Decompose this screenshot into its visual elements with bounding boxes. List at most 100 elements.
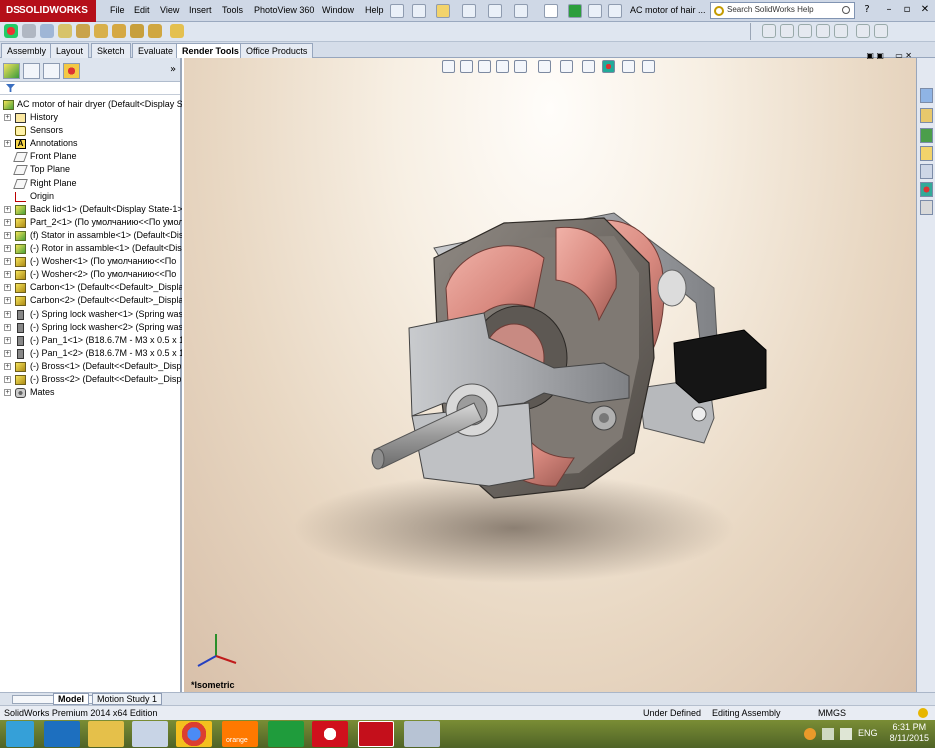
open-icon[interactable] bbox=[436, 4, 450, 18]
expand-toggle-icon[interactable]: + bbox=[4, 375, 11, 383]
design-library-icon[interactable] bbox=[920, 108, 933, 123]
menu-view[interactable]: View bbox=[160, 5, 179, 15]
expand-toggle-icon[interactable]: + bbox=[4, 205, 11, 213]
tab-sketch[interactable]: Sketch bbox=[91, 43, 131, 58]
tree-item[interactable]: + Back lid<1> (Default<Display State-1>) bbox=[0, 203, 182, 216]
pin-icon[interactable] bbox=[390, 4, 404, 18]
tab-render-tools[interactable]: Render Tools bbox=[176, 43, 245, 59]
tab-layout[interactable]: Layout bbox=[50, 43, 90, 58]
tree-item[interactable]: Sensors bbox=[0, 124, 180, 137]
recall-render-icon[interactable] bbox=[148, 24, 162, 38]
hide-show-icon[interactable] bbox=[874, 24, 888, 38]
motor-model[interactable] bbox=[184, 58, 916, 692]
menu-insert[interactable]: Insert bbox=[189, 5, 212, 15]
tree-item[interactable]: + (-) Wosher<2> (По умолчанию<<По bbox=[0, 268, 180, 281]
tree-item[interactable]: + (-) Spring lock washer<1> (Spring wash bbox=[0, 308, 182, 321]
tree-item[interactable]: Front Plane bbox=[0, 150, 180, 163]
expand-toggle-icon[interactable]: + bbox=[4, 349, 11, 357]
options-icon[interactable] bbox=[608, 4, 622, 18]
menu-window[interactable]: Window bbox=[322, 5, 354, 15]
schedule-render-icon[interactable] bbox=[130, 24, 144, 38]
opera-icon[interactable] bbox=[312, 721, 348, 747]
tree-item[interactable]: + Carbon<2> (Default<<Default>_Displa bbox=[0, 294, 182, 307]
appearance-icon[interactable] bbox=[4, 24, 18, 38]
rebuild-icon[interactable] bbox=[568, 4, 582, 18]
section-view-icon[interactable] bbox=[816, 24, 830, 38]
restore-button[interactable]: ▫ bbox=[900, 4, 914, 18]
internet-explorer-icon[interactable] bbox=[44, 721, 80, 747]
custom-properties-icon[interactable] bbox=[920, 182, 933, 197]
final-render-icon[interactable] bbox=[76, 24, 90, 38]
print-icon[interactable] bbox=[488, 4, 502, 18]
select-icon[interactable] bbox=[544, 4, 558, 18]
expand-toggle-icon[interactable]: + bbox=[4, 245, 11, 253]
volume-icon[interactable] bbox=[840, 728, 852, 740]
tree-item[interactable]: Origin bbox=[0, 190, 180, 203]
calculator-icon[interactable] bbox=[132, 721, 168, 747]
expand-toggle-icon[interactable]: + bbox=[4, 323, 11, 331]
menu-edit[interactable]: Edit bbox=[134, 5, 150, 15]
graphics-area[interactable]: ▣ ▣ ▭ ✕ *Isometric bbox=[184, 51, 916, 692]
render-preview-icon[interactable] bbox=[58, 24, 72, 38]
tree-item[interactable]: + (-) Bross<1> (Default<<Default>_Displa bbox=[0, 360, 182, 373]
previous-view-icon[interactable] bbox=[798, 24, 812, 38]
status-units[interactable]: MMGS bbox=[818, 708, 846, 718]
chevron-right-icon[interactable]: » bbox=[170, 64, 176, 75]
file-explorer-icon[interactable] bbox=[88, 721, 124, 747]
tab-evaluate[interactable]: Evaluate bbox=[132, 43, 180, 58]
tree-item[interactable]: + A Annotations bbox=[0, 137, 180, 150]
feature-manager-tab-icon[interactable] bbox=[3, 63, 20, 79]
expand-toggle-icon[interactable]: + bbox=[4, 389, 11, 397]
tab-assembly[interactable]: Assembly bbox=[1, 43, 53, 58]
desktop-app-icon[interactable] bbox=[404, 721, 440, 747]
tree-item[interactable]: Top Plane bbox=[0, 163, 180, 176]
property-manager-tab-icon[interactable] bbox=[23, 63, 40, 79]
tree-filter[interactable] bbox=[0, 82, 180, 95]
expand-toggle-icon[interactable]: + bbox=[4, 336, 11, 344]
tree-root[interactable]: AC motor of hair dryer (Default<Display … bbox=[0, 98, 182, 111]
expand-toggle-icon[interactable]: + bbox=[4, 271, 11, 279]
tree-item[interactable]: + (-) Rotor in assamble<1> (Default<Disp bbox=[0, 242, 182, 255]
appearances-icon[interactable] bbox=[920, 164, 933, 179]
tree-item[interactable]: + Part_2<1> (По умолчанию<<По умол bbox=[0, 216, 182, 229]
menu-file[interactable]: File bbox=[110, 5, 125, 15]
file-properties-icon[interactable] bbox=[588, 4, 602, 18]
zoom-area-icon[interactable] bbox=[780, 24, 794, 38]
expand-toggle-icon[interactable]: + bbox=[4, 140, 11, 148]
search-icon[interactable] bbox=[842, 6, 850, 14]
view-palette-icon[interactable] bbox=[920, 146, 933, 161]
store-icon[interactable] bbox=[268, 721, 304, 747]
tree-item[interactable]: + (-) Spring lock washer<2> (Spring wash bbox=[0, 321, 182, 334]
tree-item[interactable]: + (-) Bross<2> (Default<<Default>_Displa bbox=[0, 373, 182, 386]
minimize-button[interactable]: – bbox=[882, 4, 896, 18]
system-clock[interactable]: 6:31 PM 8/11/2015 bbox=[890, 722, 929, 744]
undo-icon[interactable] bbox=[514, 4, 528, 18]
tree-item[interactable]: + (f) Stator in assamble<1> (Default<Disp bbox=[0, 229, 182, 242]
display-manager-tab-icon[interactable] bbox=[63, 63, 80, 79]
save-icon[interactable] bbox=[462, 4, 476, 18]
solidworks-taskbar-icon[interactable] bbox=[358, 721, 394, 747]
menu-help[interactable]: Help bbox=[365, 5, 384, 15]
search-help-input[interactable]: Search SolidWorks Help bbox=[710, 2, 855, 19]
tree-item[interactable]: + (-) Pan_1<2> (B18.6.7M - M3 x 0.5 x 16 bbox=[0, 347, 182, 360]
solidworks-resources-icon[interactable] bbox=[920, 88, 933, 103]
render-region-icon[interactable] bbox=[94, 24, 108, 38]
language-indicator[interactable]: ENG bbox=[858, 728, 878, 738]
expand-toggle-icon[interactable]: + bbox=[4, 114, 11, 122]
chrome-icon[interactable] bbox=[176, 721, 212, 747]
zoom-icon[interactable] bbox=[762, 24, 776, 38]
display-style-icon[interactable] bbox=[856, 24, 870, 38]
tree-item[interactable]: + Carbon<1> (Default<<Default>_Displa bbox=[0, 281, 182, 294]
configuration-manager-tab-icon[interactable] bbox=[43, 63, 60, 79]
decal-icon[interactable] bbox=[22, 24, 36, 38]
tree-item[interactable]: + (-) Pan_1<1> (B18.6.7M - M3 x 0.5 x 16 bbox=[0, 334, 182, 347]
scene-icon[interactable] bbox=[40, 24, 54, 38]
tab-office-products[interactable]: Office Products bbox=[240, 43, 314, 58]
expand-toggle-icon[interactable]: + bbox=[4, 297, 11, 305]
integrated-preview-icon[interactable] bbox=[170, 24, 184, 38]
file-explorer-icon[interactable] bbox=[920, 128, 933, 143]
tree-item[interactable]: Right Plane bbox=[0, 177, 180, 190]
forum-icon[interactable] bbox=[920, 200, 933, 215]
tree-item[interactable]: + Mates bbox=[0, 386, 180, 399]
expand-toggle-icon[interactable]: + bbox=[4, 284, 11, 292]
